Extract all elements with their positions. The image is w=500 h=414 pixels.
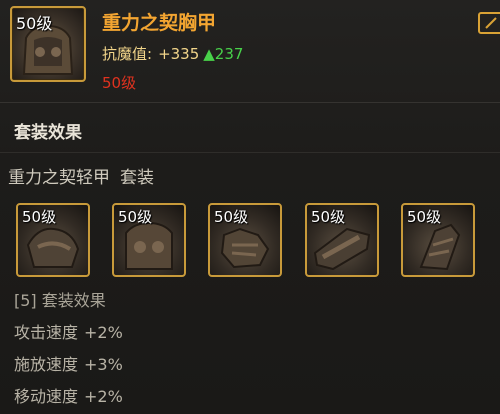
pencil-icon: [485, 17, 497, 29]
header-divider: [0, 102, 500, 103]
item-tooltip-panel: 50级 重力之契胸甲 抗魔值: +335 ▲237 50级 套装效果 重力之契轻甲套…: [0, 0, 500, 414]
piece-level-tag: 50级: [118, 208, 153, 226]
piece-level-tag: 50级: [311, 208, 346, 226]
bonus-value: +2%: [84, 323, 123, 342]
set-bonus-line: 攻击速度 +2%: [14, 319, 123, 343]
section-divider: [0, 152, 500, 153]
set-piece-slot[interactable]: 50级: [112, 203, 186, 277]
piece-level-tag: 50级: [407, 208, 442, 226]
set-effect-heading: 套装效果: [14, 123, 82, 143]
bonus-label: 施放速度: [14, 355, 79, 374]
set-tag: 套装: [120, 168, 154, 188]
set-name: 重力之契轻甲: [8, 168, 110, 188]
bonus-value: +3%: [84, 355, 123, 374]
item-name: 重力之契胸甲: [102, 12, 217, 34]
required-level: 50级: [102, 74, 137, 92]
set-name-line: 重力之契轻甲 套装: [8, 163, 154, 188]
bonus-label: 移动速度: [14, 387, 79, 406]
edit-icon[interactable]: [478, 12, 500, 34]
chest-armor-item-icon[interactable]: 50级: [10, 6, 86, 82]
bonus-label: 攻击速度: [14, 323, 79, 342]
set-bonus-line: 施放速度 +3%: [14, 351, 123, 375]
piece-level-tag: 50级: [22, 208, 57, 226]
set-bonus-line: 移动速度 +2%: [14, 383, 123, 407]
set-piece-slot[interactable]: 50级: [401, 203, 475, 277]
set-piece-slot[interactable]: 50级: [208, 203, 282, 277]
stat-label: 抗魔值:: [102, 45, 153, 63]
set-bonus-title: [5] 套装效果: [14, 291, 106, 310]
bonus-value: +2%: [84, 387, 123, 406]
set-piece-slot[interactable]: 50级: [305, 203, 379, 277]
magic-resistance-stat: 抗魔值: +335 ▲237: [102, 43, 243, 64]
item-level-tag: 50级: [16, 14, 53, 33]
stat-base-value: +335: [158, 45, 200, 63]
stat-bonus-value: ▲237: [203, 45, 244, 63]
piece-level-tag: 50级: [214, 208, 249, 226]
set-piece-slot[interactable]: 50级: [16, 203, 90, 277]
